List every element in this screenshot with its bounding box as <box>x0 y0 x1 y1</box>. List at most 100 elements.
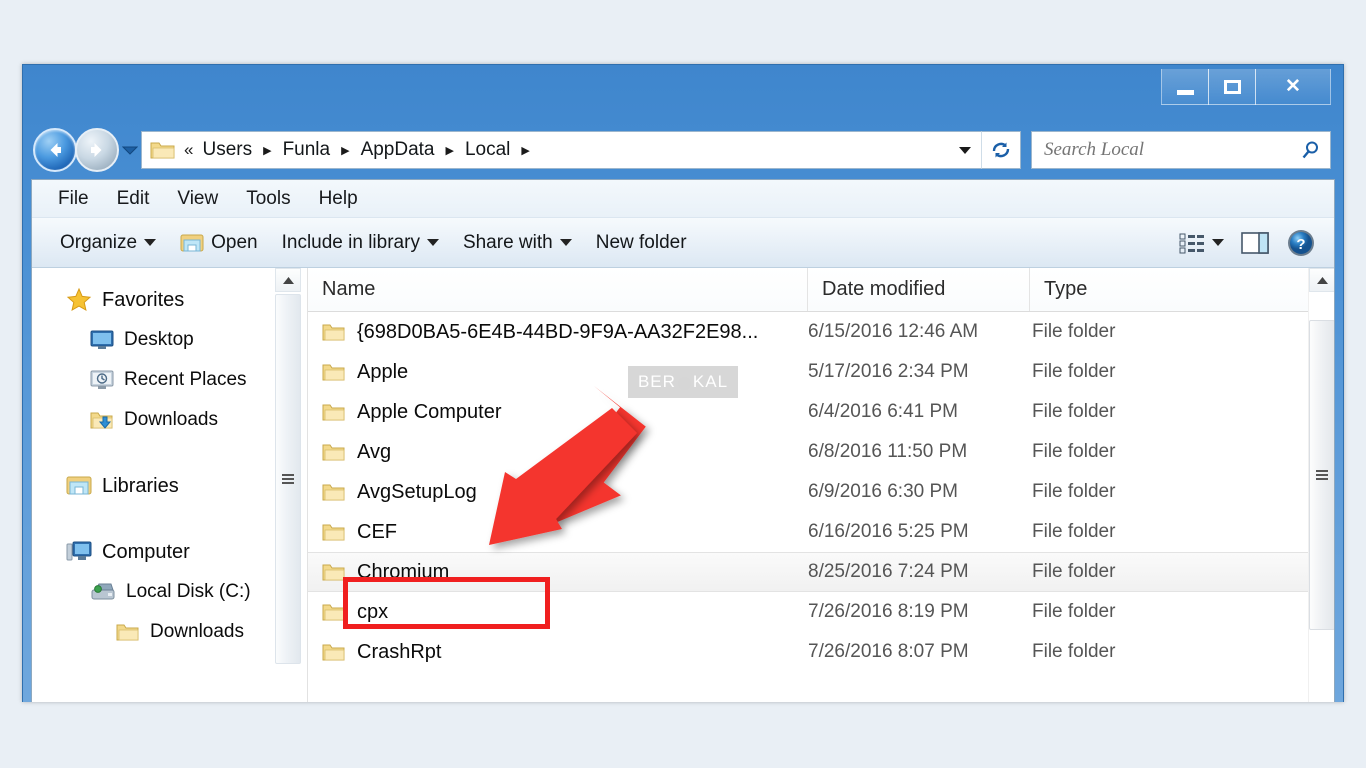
breadcrumb-item-appdata[interactable]: AppData <box>357 137 439 163</box>
breadcrumb-overflow-chevrons[interactable]: « <box>182 140 198 160</box>
scroll-up-button[interactable] <box>1309 268 1334 292</box>
recent-pages-dropdown[interactable] <box>119 130 141 170</box>
folder-icon <box>322 364 345 381</box>
file-type-cell: File folder <box>1032 481 1116 502</box>
file-name-cell[interactable]: AvgSetupLog <box>308 481 808 504</box>
folder-icon <box>322 324 345 341</box>
breadcrumb-item-local[interactable]: Local <box>461 137 514 163</box>
table-row[interactable]: Apple Computer 6/4/2016 6:41 PM File fol… <box>308 392 1334 432</box>
breadcrumb-separator-icon[interactable]: ▶ <box>256 144 278 157</box>
table-row[interactable]: AvgSetupLog 6/9/2016 6:30 PM File folder <box>308 472 1334 512</box>
column-header-date-modified[interactable]: Date modified <box>808 268 1030 311</box>
navigation-pane: Favorites Desktop Recent Places Download… <box>32 268 307 702</box>
recent-icon <box>90 370 114 389</box>
include-in-library-button[interactable]: Include in library <box>270 227 451 259</box>
refresh-icon <box>992 142 1010 158</box>
table-row[interactable]: CEF 6/16/2016 5:25 PM File folder <box>308 512 1334 552</box>
file-name-cell[interactable]: CEF <box>308 521 808 544</box>
file-name-cell[interactable]: Apple Computer <box>308 401 808 424</box>
search-icon[interactable] <box>1300 139 1322 161</box>
address-history-dropdown[interactable] <box>949 131 981 169</box>
menu-help[interactable]: Help <box>305 184 372 214</box>
scrollbar-grip-icon <box>282 472 294 486</box>
search-input[interactable] <box>1044 139 1300 161</box>
sidebar-item-libraries[interactable]: Libraries <box>32 466 307 506</box>
command-toolbar: Organize Open Include in library Share w… <box>32 218 1334 268</box>
breadcrumb-separator-icon[interactable]: ▶ <box>334 144 356 157</box>
file-name-cell[interactable]: {698D0BA5-6E4B-44BD-9F9A-AA32F2E98... <box>308 321 808 344</box>
organize-button[interactable]: Organize <box>48 227 168 259</box>
search-box[interactable] <box>1031 131 1331 169</box>
sidebar-item-downloads-favorite[interactable]: Downloads <box>32 400 307 440</box>
scrollbar-thumb[interactable] <box>1309 320 1334 630</box>
breadcrumb-separator-icon[interactable]: ▶ <box>439 144 461 157</box>
table-row[interactable]: CrashRpt 7/26/2016 8:07 PM File folder <box>308 632 1334 672</box>
menu-file[interactable]: File <box>44 184 103 214</box>
breadcrumb-bar[interactable]: « Users ▶ Funla ▶ AppData ▶ Local ▶ <box>141 131 949 169</box>
menu-tools[interactable]: Tools <box>232 184 304 214</box>
forward-arrow-icon <box>91 143 102 157</box>
back-button[interactable] <box>33 128 77 172</box>
sidebar-item-favorites[interactable]: Favorites <box>32 280 307 320</box>
libraries-icon <box>66 476 92 495</box>
open-folder-icon <box>180 234 204 252</box>
open-button[interactable]: Open <box>168 227 269 259</box>
sidebar-item-computer[interactable]: Computer <box>32 532 307 572</box>
file-list-scrollbar[interactable] <box>1308 268 1334 702</box>
titlebar: ✕ <box>23 65 1343 121</box>
close-button[interactable]: ✕ <box>1255 69 1331 105</box>
forward-button[interactable] <box>75 128 119 172</box>
file-date-cell: 7/26/2016 8:19 PM <box>808 601 969 622</box>
sidebar-item-local-disk-c[interactable]: Local Disk (C:) <box>32 572 307 612</box>
scrollbar-thumb[interactable] <box>275 294 301 664</box>
file-date-cell: 8/25/2016 7:24 PM <box>808 561 969 582</box>
file-name-cell[interactable]: Chromium <box>308 561 808 584</box>
sidebar-item-label: Downloads <box>150 621 244 642</box>
menubar: File Edit View Tools Help <box>32 180 1334 218</box>
breadcrumb-item-funla[interactable]: Funla <box>279 137 335 163</box>
menu-edit[interactable]: Edit <box>103 184 164 214</box>
file-type-cell: File folder <box>1032 561 1116 582</box>
maximize-button[interactable] <box>1208 69 1256 105</box>
help-button[interactable]: ? <box>1278 224 1324 262</box>
file-date-cell: 5/17/2016 2:34 PM <box>808 361 969 382</box>
help-icon: ? <box>1288 229 1314 256</box>
file-name-cell[interactable]: CrashRpt <box>308 641 808 664</box>
table-row-selected[interactable]: Chromium 8/25/2016 7:24 PM File folder <box>308 552 1334 592</box>
chevron-down-icon <box>959 146 971 154</box>
preview-pane-button[interactable] <box>1232 226 1278 260</box>
file-rows: {698D0BA5-6E4B-44BD-9F9A-AA32F2E98... 6/… <box>308 312 1334 672</box>
sidebar-item-downloads-disk[interactable]: Downloads <box>32 612 307 652</box>
breadcrumb-separator-trailing-icon[interactable]: ▶ <box>514 144 536 157</box>
column-header-name[interactable]: Name <box>308 268 808 311</box>
table-row[interactable]: {698D0BA5-6E4B-44BD-9F9A-AA32F2E98... 6/… <box>308 312 1334 352</box>
breadcrumb-item-users[interactable]: Users <box>198 137 256 163</box>
folder-icon <box>322 484 345 501</box>
sidebar-item-desktop[interactable]: Desktop <box>32 320 307 360</box>
new-folder-button[interactable]: New folder <box>584 227 699 259</box>
table-row[interactable]: Avg 6/8/2016 11:50 PM File folder <box>308 432 1334 472</box>
column-header-type[interactable]: Type <box>1030 268 1334 311</box>
sidebar-item-recent-places[interactable]: Recent Places <box>32 360 307 400</box>
share-with-button[interactable]: Share with <box>451 227 584 259</box>
file-name-label: Apple <box>357 360 409 383</box>
preview-pane-icon <box>1241 231 1269 254</box>
folder-icon <box>322 444 345 461</box>
menu-view[interactable]: View <box>163 184 232 214</box>
file-type-cell: File folder <box>1032 321 1116 342</box>
scroll-up-button[interactable] <box>275 268 301 292</box>
file-name-cell[interactable]: Avg <box>308 441 808 464</box>
navigation-pane-scrollbar[interactable] <box>275 268 301 702</box>
back-arrow-icon <box>50 143 61 157</box>
harddisk-icon <box>91 583 115 600</box>
table-row[interactable]: Apple 5/17/2016 2:34 PM File folder <box>308 352 1334 392</box>
file-date-cell: 6/15/2016 12:46 AM <box>808 321 979 342</box>
minimize-button[interactable] <box>1161 69 1209 105</box>
file-name-cell[interactable]: cpx <box>308 601 808 624</box>
change-view-button[interactable] <box>1170 227 1232 259</box>
file-type-cell: File folder <box>1032 641 1116 662</box>
file-name-cell[interactable]: Apple <box>308 361 808 384</box>
table-row[interactable]: cpx 7/26/2016 8:19 PM File folder <box>308 592 1334 632</box>
chevron-down-icon[interactable] <box>1212 239 1224 246</box>
refresh-button[interactable] <box>981 131 1021 169</box>
